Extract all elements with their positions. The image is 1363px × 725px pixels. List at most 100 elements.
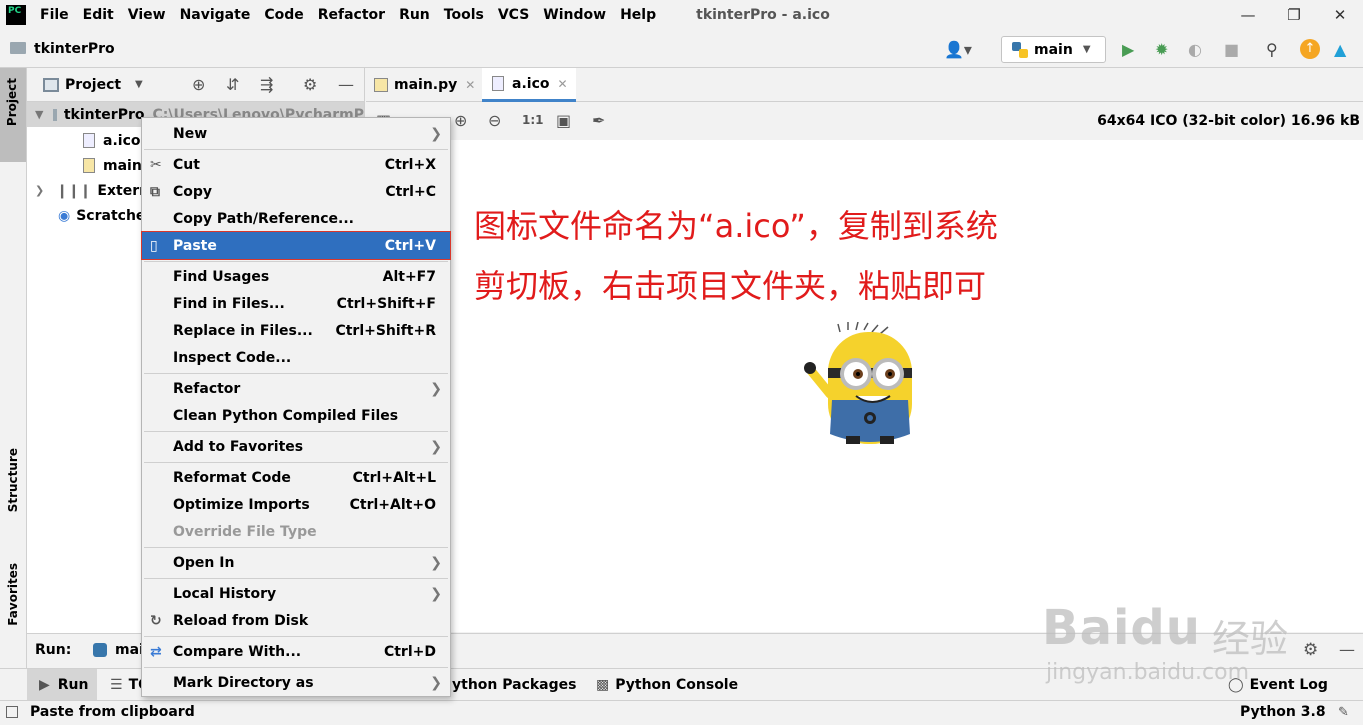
reload-icon: ↻ [150,612,162,629]
chevron-right-icon[interactable]: ❯ [35,184,44,197]
tree-root-label: tkinterPro [63,106,145,123]
scratches-icon: ◉ [58,207,71,224]
close-icon[interactable]: ✕ [557,77,567,91]
lock-icon[interactable]: ✎ [1338,705,1349,720]
menu-item-copy-path[interactable]: Copy Path/Reference... [142,205,450,232]
menu-item-find-in-files[interactable]: Find in Files... Ctrl+Shift+F [142,290,450,317]
user-icon[interactable]: 👤▾ [944,40,972,59]
tree-row-scratches[interactable]: ◉ Scratche [58,203,145,228]
favorites-tool-button[interactable]: Favorites [0,563,26,657]
search-icon[interactable]: ⚲ [1266,40,1278,59]
menu-item-clean-python[interactable]: Clean Python Compiled Files [142,402,450,429]
project-view-icon [43,78,59,92]
project-panel-title[interactable]: Project [65,77,121,93]
menu-view[interactable]: View [128,7,166,23]
tree-row-aico[interactable]: a.ico [83,128,140,153]
stop-icon[interactable]: ■ [1224,40,1239,59]
menu-item-label: Override File Type [173,523,317,540]
locate-icon[interactable]: ⊕ [192,75,205,94]
project-tool-button[interactable]: Project [0,68,26,162]
tab-run[interactable]: ▶ Run [27,669,97,701]
zoom-in-icon[interactable]: ⊕ [454,111,467,130]
menu-tools[interactable]: Tools [444,7,484,23]
chevron-down-icon[interactable]: ▼ [135,79,143,90]
chevron-right-icon: ❯ [430,585,442,602]
favorites-tool-label: Favorites [6,563,20,626]
restore-button[interactable]: ❐ [1271,0,1317,30]
menu-item-shortcut: Ctrl+Shift+R [335,322,436,339]
expand-all-icon[interactable]: ⇵ [226,75,239,94]
menu-item-paste[interactable]: ▯ Paste Ctrl+V [141,231,451,260]
run-icon: ▶ [39,677,50,693]
run-icon[interactable]: ▶ [1122,40,1134,59]
python-file-icon [83,158,95,173]
menu-refactor[interactable]: Refactor [318,7,385,23]
menu-code[interactable]: Code [264,7,303,23]
menu-item-reload-from-disk[interactable]: ↻ Reload from Disk [142,607,450,634]
menu-item-find-usages[interactable]: Find Usages Alt+F7 [142,263,450,290]
color-picker-icon[interactable]: ✒ [592,111,605,130]
navigation-bar: tkinterPro 👤▾ main ▼ ▶ ✹ ◐ ■ ⚲ ↑ ▲ [0,30,1363,68]
menu-help[interactable]: Help [620,7,656,23]
menu-item-optimize-imports[interactable]: Optimize Imports Ctrl+Alt+O [142,491,450,518]
minimize-button[interactable]: — [1225,0,1271,30]
menu-item-shortcut: Ctrl+C [385,183,436,200]
menu-item-refactor[interactable]: Refactor ❯ [142,375,450,402]
tab-python-packages[interactable]: ython Packages [452,669,576,701]
menu-edit[interactable]: Edit [83,7,114,23]
menu-file[interactable]: File [40,7,69,23]
image-editor: ▦ ⊕ ⊖ 1:1 ▣ ✒ 64x64 ICO (32-bit color) 1… [366,102,1363,632]
menu-item-compare-with[interactable]: ⇄ Compare With... Ctrl+D [142,638,450,665]
menu-item-open-in[interactable]: Open In ❯ [142,549,450,576]
close-icon[interactable]: ✕ [465,78,475,92]
menu-vcs[interactable]: VCS [498,7,529,23]
menu-navigate[interactable]: Navigate [180,7,251,23]
tree-row-main[interactable]: main [83,153,142,178]
minion-image [804,322,912,444]
scissors-icon: ✂ [150,156,162,173]
menu-item-cut[interactable]: ✂ Cut Ctrl+X [142,151,450,178]
coverage-icon[interactable]: ◐ [1188,40,1202,59]
collapse-all-icon[interactable]: ⇶ [260,75,273,94]
zoom-out-icon[interactable]: ⊖ [488,111,501,130]
menu-item-new[interactable]: New ❯ [142,120,450,147]
menu-item-local-history[interactable]: Local History ❯ [142,580,450,607]
left-tool-stripe: Project Structure Favorites [0,68,27,700]
toggle-tool-windows-icon[interactable] [6,706,18,718]
folder-icon [53,108,57,121]
structure-tool-button[interactable]: Structure [0,448,26,542]
menu-window[interactable]: Window [543,7,606,23]
status-message: Paste from clipboard [30,704,195,720]
annotation-line-1: 图标文件命名为“a.ico”，复制到系统 [474,207,998,245]
menu-item-replace-in-files[interactable]: Replace in Files... Ctrl+Shift+R [142,317,450,344]
tab-python-console-label: Python Console [615,677,739,693]
jetbrains-toolbox-icon[interactable]: ▲ [1334,40,1346,59]
gear-icon[interactable]: ⚙ [303,75,317,94]
annotation-text: 图标文件命名为“a.ico”，复制到系统 剪切板，右击项目文件夹，粘贴即可 [474,196,1114,316]
menu-item-add-to-favorites[interactable]: Add to Favorites ❯ [142,433,450,460]
hide-panel-icon[interactable]: — [338,75,354,94]
debug-icon[interactable]: ✹ [1155,40,1168,59]
tab-python-console[interactable]: ▩ Python Console [596,669,738,701]
menu-item-reformat-code[interactable]: Reformat Code Ctrl+Alt+L [142,464,450,491]
tab-main-py[interactable]: main.py ✕ [374,68,475,102]
menu-item-mark-directory-as[interactable]: Mark Directory as ❯ [142,669,450,696]
tab-a-ico[interactable]: a.ico ✕ [482,68,576,102]
baidu-watermark: Baidu 经验 jingyan.baidu.com [1042,590,1342,700]
run-configuration-selector[interactable]: main ▼ [1001,36,1106,63]
chevron-right-icon: ❯ [430,380,442,397]
run-config-tab[interactable]: mai [115,642,144,658]
menu-item-copy[interactable]: ⧉ Copy Ctrl+C [142,178,450,205]
ico-file-icon [492,76,504,91]
menu-item-inspect-code[interactable]: Inspect Code... [142,344,450,371]
fit-zoom-icon[interactable]: ▣ [556,111,571,130]
window-controls: — ❐ ✕ [1225,0,1363,30]
breadcrumb-project[interactable]: tkinterPro [34,41,115,57]
chevron-down-icon[interactable]: ▼ [35,108,43,121]
interpreter-status[interactable]: Python 3.8 [1240,704,1326,720]
menu-run[interactable]: Run [399,7,430,23]
update-icon[interactable]: ↑ [1300,39,1320,59]
window-title: tkinterPro - a.ico [696,7,830,23]
actual-size-button[interactable]: 1:1 [522,113,544,127]
close-window-button[interactable]: ✕ [1317,0,1363,30]
